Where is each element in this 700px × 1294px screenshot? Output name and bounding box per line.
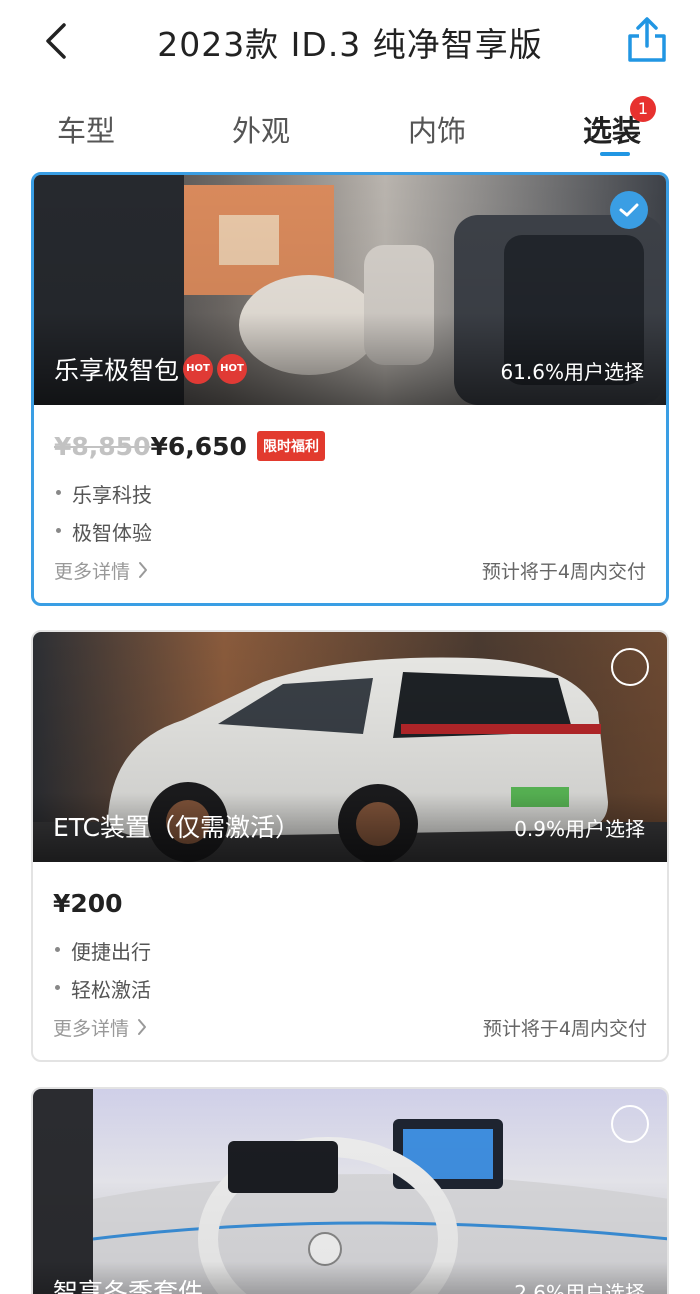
price-row: ¥8,850 ¥6,650 限时福利 <box>54 429 646 463</box>
active-tab-indicator <box>600 152 630 156</box>
option-name: 智享冬季套件 <box>53 1273 203 1294</box>
option-name: 乐享极智包 HOT HOT <box>54 351 248 387</box>
more-details-link[interactable]: 更多详情 <box>53 1014 147 1041</box>
share-button[interactable] <box>624 16 670 64</box>
user-choice-rate: 2.6%用户选择 <box>514 1281 645 1294</box>
tab-badge: 1 <box>630 96 656 122</box>
feature-item: 乐享科技 <box>54 479 646 507</box>
page-title: 2023款 ID.3 纯净智享版 <box>157 25 543 64</box>
price-row: ¥200 <box>53 886 647 920</box>
selected-check[interactable] <box>610 191 648 229</box>
unselected-radio[interactable] <box>611 1105 649 1143</box>
card-footer: 更多详情 预计将于4周内交付 <box>53 1012 647 1042</box>
option-image: ETC装置（仅需激活） 0.9%用户选择 <box>33 632 667 862</box>
chevron-right-icon <box>138 1019 147 1035</box>
option-card[interactable]: 智享冬季套件 2.6%用户选择 <box>31 1087 669 1294</box>
option-card[interactable]: 乐享极智包 HOT HOT 61.6%用户选择 ¥8,850 ¥6,650 限时… <box>31 172 669 606</box>
unselected-radio[interactable] <box>611 648 649 686</box>
current-price: ¥200 <box>53 888 123 918</box>
delivery-estimate: 预计将于4周内交付 <box>482 1017 647 1040</box>
current-price: ¥6,650 <box>150 431 247 461</box>
option-image: 智享冬季套件 2.6%用户选择 <box>33 1089 667 1294</box>
card-footer: 更多详情 预计将于4周内交付 <box>54 555 646 585</box>
hot-badge: HOT <box>183 354 214 384</box>
feature-item: 轻松激活 <box>53 974 647 1002</box>
header: 2023款 ID.3 纯净智享版 <box>0 0 700 88</box>
more-details-label: 更多详情 <box>53 1017 130 1040</box>
option-details: ¥8,850 ¥6,650 限时福利 乐享科技 极智体验 更多详情 预计将于4周… <box>34 429 666 585</box>
more-details-link[interactable]: 更多详情 <box>54 557 148 584</box>
option-image: 乐享极智包 HOT HOT 61.6%用户选择 <box>34 175 666 405</box>
option-details: ¥200 便捷出行 轻松激活 更多详情 预计将于4周内交付 <box>33 886 667 1042</box>
check-icon <box>619 203 639 217</box>
promo-badge: 限时福利 <box>256 431 325 461</box>
more-details-label: 更多详情 <box>54 560 131 583</box>
share-icon <box>628 17 666 62</box>
user-choice-rate: 0.9%用户选择 <box>514 817 645 841</box>
feature-item: 便捷出行 <box>53 936 647 964</box>
original-price: ¥8,850 <box>54 431 151 461</box>
option-card[interactable]: ETC装置（仅需激活） 0.9%用户选择 ¥200 便捷出行 轻松激活 更多详情… <box>31 630 669 1062</box>
tab-exterior[interactable]: 外观 <box>232 108 290 150</box>
option-name-text: ETC装置（仅需激活） <box>53 813 301 842</box>
option-name: ETC装置（仅需激活） <box>53 808 300 844</box>
feature-item: 极智体验 <box>54 517 646 545</box>
hot-badge: HOT <box>217 354 248 384</box>
tab-model[interactable]: 车型 <box>57 108 115 150</box>
tab-bar: 车型 外观 内饰 选装 1 <box>0 96 700 160</box>
tab-interior[interactable]: 内饰 <box>408 108 466 150</box>
option-name-text: 乐享极智包 <box>54 356 180 385</box>
car-dashboard-image <box>33 1089 667 1294</box>
user-choice-rate: 61.6%用户选择 <box>500 360 644 384</box>
delivery-estimate: 预计将于4周内交付 <box>481 560 646 583</box>
chevron-right-icon <box>139 562 148 578</box>
option-name-text: 智享冬季套件 <box>53 1278 204 1294</box>
